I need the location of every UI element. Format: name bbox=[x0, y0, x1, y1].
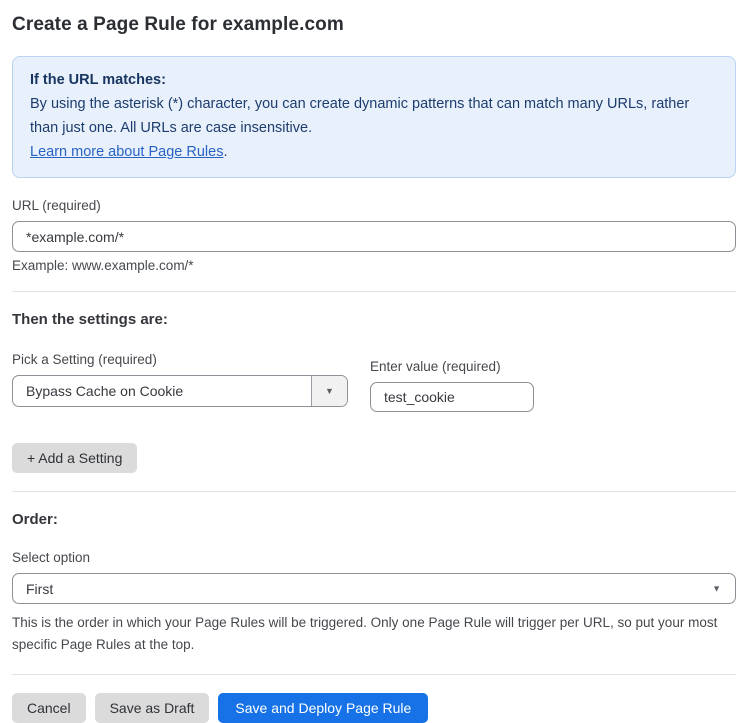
order-selected-value: First bbox=[26, 581, 53, 597]
url-matches-info-box: If the URL matches: By using the asteris… bbox=[12, 56, 736, 178]
learn-more-link[interactable]: Learn more about Page Rules bbox=[30, 144, 223, 160]
add-setting-button[interactable]: + Add a Setting bbox=[12, 443, 137, 473]
order-section-heading: Order: bbox=[12, 511, 736, 528]
section-divider bbox=[12, 491, 736, 492]
chevron-down-icon: ▼ bbox=[712, 584, 721, 593]
url-field-hint: Example: www.example.com/* bbox=[12, 258, 736, 273]
url-field-label: URL (required) bbox=[12, 198, 736, 213]
section-divider bbox=[12, 674, 736, 675]
setting-picker-column: Pick a Setting (required) Bypass Cache o… bbox=[12, 352, 348, 407]
footer-actions: Cancel Save as Draft Save and Deploy Pag… bbox=[12, 693, 736, 723]
section-divider bbox=[12, 291, 736, 292]
create-page-rule-form: Create a Page Rule for example.com If th… bbox=[0, 0, 750, 723]
settings-row: Pick a Setting (required) Bypass Cache o… bbox=[12, 352, 736, 412]
setting-value-column: Enter value (required) bbox=[370, 359, 534, 412]
cancel-button[interactable]: Cancel bbox=[12, 693, 86, 723]
page-title: Create a Page Rule for example.com bbox=[12, 14, 736, 36]
setting-picker-dropdown-button[interactable]: ▼ bbox=[311, 376, 347, 406]
setting-value-label: Enter value (required) bbox=[370, 359, 534, 374]
save-as-draft-button[interactable]: Save as Draft bbox=[95, 693, 210, 723]
info-box-body: By using the asterisk (*) character, you… bbox=[30, 92, 718, 140]
order-select[interactable]: First ▼ bbox=[12, 573, 736, 604]
setting-picker-dropdown[interactable]: Bypass Cache on Cookie ▼ bbox=[12, 375, 348, 407]
chevron-down-icon: ▼ bbox=[325, 387, 334, 396]
setting-value-input[interactable] bbox=[370, 382, 534, 412]
settings-section-heading: Then the settings are: bbox=[12, 311, 736, 328]
order-help-text: This is the order in which your Page Rul… bbox=[12, 612, 736, 656]
save-and-deploy-button[interactable]: Save and Deploy Page Rule bbox=[218, 693, 428, 723]
setting-picker-label: Pick a Setting (required) bbox=[12, 352, 348, 367]
link-suffix: . bbox=[223, 144, 227, 160]
setting-picker-selected-value: Bypass Cache on Cookie bbox=[13, 376, 311, 406]
url-input[interactable] bbox=[12, 221, 736, 252]
info-box-heading: If the URL matches: bbox=[30, 68, 718, 92]
info-box-link-line: Learn more about Page Rules. bbox=[30, 140, 718, 164]
order-select-label: Select option bbox=[12, 550, 736, 565]
